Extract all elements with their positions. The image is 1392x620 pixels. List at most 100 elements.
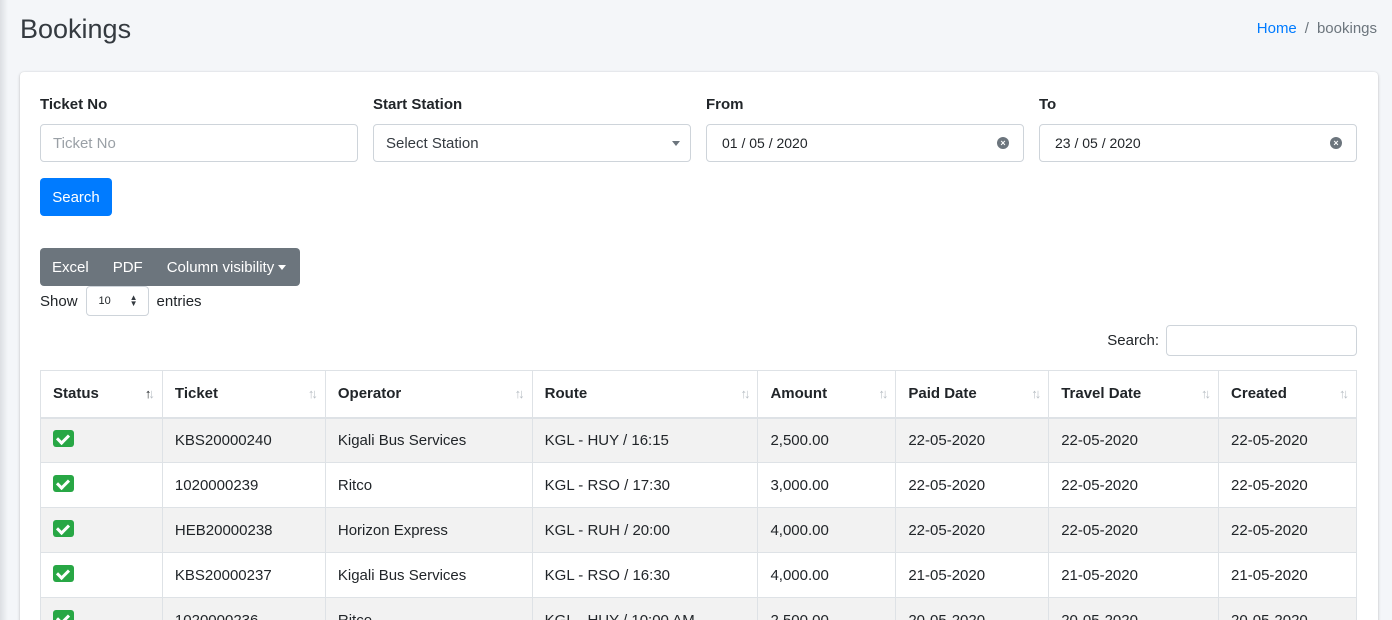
table-search-label: Search: [1107,332,1159,349]
sort-icon: ↑↓ [144,386,155,401]
entries-value: 10 [98,295,111,307]
check-icon [53,520,74,538]
page-title: Bookings [20,14,132,44]
column-visibility-button[interactable]: Column visibility [155,248,299,286]
sort-icon: ↑↓ [307,386,318,401]
operator-cell: Kigali Bus Services [324,417,533,463]
check-icon [53,475,74,493]
table-row[interactable]: 1020000239 Ritco KGL - RSO / 17:30 3,000… [40,462,1357,508]
table-search-input[interactable] [1166,325,1357,356]
pdf-button[interactable]: PDF [101,248,155,286]
status-cell [40,462,163,508]
breadcrumb-separator: / [1304,20,1309,37]
breadcrumb-current: bookings [1316,20,1377,37]
header-label: Travel Date [1061,385,1142,403]
column-header-status[interactable]: Status ↑↓ [40,370,163,419]
table-row[interactable]: KBS20000237 Kigali Bus Services KGL - RS… [40,552,1357,598]
route-cell: KGL - HUY / 10:00 AM [531,597,759,620]
paid-date-cell: 22-05-2020 [895,462,1050,508]
travel-date-cell: 20-05-2020 [1048,597,1220,620]
table-search: Search: [1107,325,1357,356]
sort-icon: ↑↓ [514,386,525,401]
sort-icon: ↑↓ [1339,386,1349,401]
header-label: Status [53,385,99,403]
paid-date-cell: 22-05-2020 [895,507,1050,553]
sort-icon: ↑↓ [740,386,750,401]
created-cell: 22-05-2020 [1218,462,1357,508]
breadcrumb-home-link[interactable]: Home [1257,20,1297,37]
travel-date-cell: 22-05-2020 [1048,417,1220,463]
ticket-cell: 1020000239 [161,462,326,508]
column-header-travel-date[interactable]: Travel Date ↑↓ [1048,370,1220,419]
start-station-select[interactable]: Select Station [373,124,691,162]
entries-select[interactable]: 10 ▲ ▼ [85,286,149,316]
header-label: Operator [337,385,402,403]
sort-icon: ↑↓ [878,386,888,401]
ticket-no-placeholder: Ticket No [53,134,116,152]
from-date-input[interactable]: 01 / 05 / 2020 × [706,124,1024,162]
travel-date-cell: 22-05-2020 [1048,462,1220,508]
from-date-value: 01 / 05 / 2020 [722,135,808,151]
ticket-cell: KBS20000240 [161,417,326,463]
table-header-row: Status ↑↓ Ticket ↑↓ Operator ↑↓ Route ↑↓ Amo… [40,370,1357,419]
table-row[interactable]: HEB20000238 Horizon Express KGL - RUH / … [40,507,1357,553]
column-header-created[interactable]: Created ↑↓ [1218,370,1357,419]
created-cell: 22-05-2020 [1218,507,1357,553]
show-label: Show [40,292,78,310]
travel-date-cell: 22-05-2020 [1048,507,1220,553]
start-station-label: Start Station [373,96,463,113]
sidebar-edge [0,0,8,620]
amount-cell: 3,000.00 [757,462,897,508]
from-date-label: From [706,96,744,113]
sort-icon: ↑↓ [1201,386,1211,401]
to-date-input[interactable]: 23 / 05 / 2020 × [1039,124,1357,162]
export-button-group: Excel PDF Column visibility [40,248,300,286]
created-cell: 20-05-2020 [1218,597,1357,620]
column-header-amount[interactable]: Amount ↑↓ [757,370,897,419]
header-label: Amount [770,385,828,403]
column-header-ticket[interactable]: Ticket ↑↓ [161,370,326,419]
paid-date-cell: 22-05-2020 [895,417,1050,463]
to-date-value: 23 / 05 / 2020 [1055,135,1141,151]
caret-down-icon [278,264,287,270]
route-cell: KGL - RUH / 20:00 [531,507,759,553]
sort-icon: ↑↓ [1031,386,1041,401]
breadcrumb: Home / bookings [1257,20,1377,37]
travel-date-cell: 21-05-2020 [1048,552,1220,598]
header-label: Created [1231,385,1287,403]
table-row[interactable]: KBS20000240 Kigali Bus Services KGL - HU… [40,417,1357,463]
paid-date-cell: 21-05-2020 [895,552,1050,598]
created-cell: 21-05-2020 [1218,552,1357,598]
status-cell [40,597,163,620]
start-station-value: Select Station [386,134,479,152]
route-cell: KGL - RSO / 17:30 [531,462,759,508]
amount-cell: 2,500.00 [757,417,897,463]
paid-date-cell: 20-05-2020 [895,597,1050,620]
amount-cell: 4,000.00 [757,507,897,553]
header-label: Ticket [174,385,219,403]
operator-cell: Horizon Express [324,507,533,553]
amount-cell: 4,000.00 [757,552,897,598]
ticket-cell: KBS20000237 [161,552,326,598]
column-header-route[interactable]: Route ↑↓ [531,370,759,419]
clear-icon[interactable]: × [997,137,1009,149]
clear-icon[interactable]: × [1330,137,1342,149]
ticket-no-input[interactable]: Ticket No [40,124,358,162]
ticket-no-label: Ticket No [40,96,108,113]
column-header-paid-date[interactable]: Paid Date ↑↓ [895,370,1050,419]
header-label: Route [544,385,588,403]
entries-label: entries [156,292,202,310]
entries-length: Show 10 ▲ ▼ entries [40,286,202,316]
column-header-operator[interactable]: Operator ↑↓ [324,370,533,419]
status-cell [40,417,163,463]
ticket-cell: HEB20000238 [161,507,326,553]
table-row[interactable]: 1020000236 Ritco KGL - HUY / 10:00 AM 2,… [40,597,1357,620]
excel-button[interactable]: Excel [40,248,101,286]
bookings-table: Status ↑↓ Ticket ↑↓ Operator ↑↓ Route ↑↓ Amo… [40,370,1357,620]
search-button[interactable]: Search [40,178,112,216]
route-cell: KGL - RSO / 16:30 [531,552,759,598]
amount-cell: 2,500.00 [757,597,897,620]
status-cell [40,552,163,598]
to-date-label: To [1039,96,1057,113]
header-label: Paid Date [908,385,977,403]
